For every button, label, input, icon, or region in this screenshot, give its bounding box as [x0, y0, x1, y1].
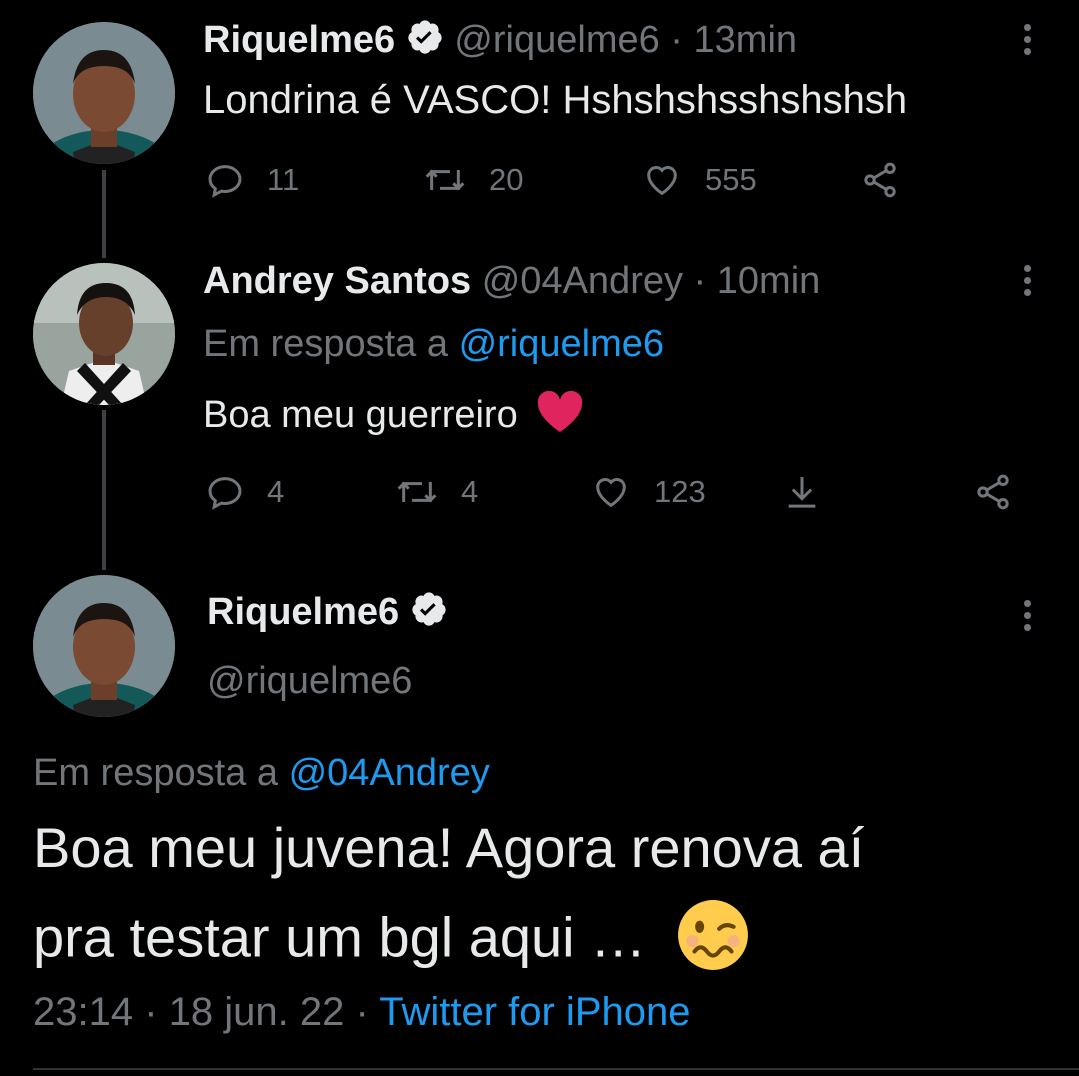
like-button[interactable]: 123: [590, 472, 706, 512]
handle[interactable]: @riquelme6: [207, 660, 412, 703]
share-icon: [864, 162, 896, 198]
separator: ·: [144, 990, 158, 1034]
handle[interactable]: @riquelme6: [454, 19, 659, 61]
reply-prefix: Em resposta a: [33, 752, 278, 794]
like-button[interactable]: 555: [641, 160, 757, 200]
separator: ·: [355, 990, 369, 1034]
more-options-icon[interactable]: [1017, 600, 1037, 640]
retweet-button[interactable]: 4: [395, 472, 478, 512]
share-icon: [977, 474, 1009, 510]
handle[interactable]: @04Andrey: [482, 260, 683, 302]
timestamp[interactable]: 10min: [717, 260, 821, 302]
display-name[interactable]: Riquelme6: [207, 591, 399, 633]
heart-icon: [596, 478, 626, 508]
download-icon: [788, 477, 816, 508]
separator: ·: [670, 19, 683, 62]
avatar-04andrey[interactable]: [33, 263, 175, 405]
tweet-text: Londrina é VASCO! Hshshshsshshshsh: [203, 78, 908, 122]
tweet-text-line-1: Boa meu juvena! Agora renova aí: [33, 816, 865, 879]
reply-count: 11: [267, 162, 300, 197]
share-button[interactable]: [860, 160, 900, 200]
timestamp[interactable]: 13min: [694, 19, 798, 61]
woozy-face-emoji-icon: [676, 898, 750, 985]
post-date: 18 jun. 22: [168, 990, 345, 1034]
display-name[interactable]: Riquelme6: [203, 19, 395, 61]
thread-connector-2: [102, 410, 106, 570]
more-options-icon[interactable]: [1017, 265, 1037, 305]
tweet-text-line-2: pra testar um bgl aqui …: [33, 905, 647, 969]
heart-icon: [647, 166, 677, 196]
retweet-count: 4: [461, 474, 479, 509]
retweet-count: 20: [489, 162, 524, 197]
like-count: 555: [705, 162, 757, 197]
share-button[interactable]: [973, 472, 1013, 512]
display-name[interactable]: Andrey Santos: [203, 260, 471, 302]
retweet-icon: [397, 481, 437, 503]
more-options-icon[interactable]: [1017, 24, 1037, 64]
thread-connector-1: [102, 170, 106, 258]
reply-count: 4: [267, 474, 285, 509]
retweet-button[interactable]: 20: [423, 160, 523, 200]
download-button[interactable]: [782, 472, 822, 512]
reply-to-link[interactable]: @04Andrey: [289, 752, 490, 794]
avatar-riquelme6[interactable]: [33, 22, 175, 164]
reply-icon: [208, 165, 242, 198]
avatar-riquelme6[interactable]: [33, 575, 175, 717]
verified-badge-icon: [410, 590, 448, 638]
reply-icon: [208, 477, 242, 510]
reply-to-link[interactable]: @riquelme6: [459, 323, 664, 365]
like-count: 123: [654, 474, 706, 509]
retweet-icon: [425, 169, 465, 191]
red-heart-emoji-icon: [536, 390, 584, 444]
post-time: 23:14: [33, 990, 134, 1034]
source-link[interactable]: Twitter for iPhone: [379, 990, 690, 1034]
separator: ·: [693, 260, 707, 302]
tweet-text: Boa meu guerreiro: [203, 394, 518, 437]
reply-button[interactable]: 4: [205, 472, 284, 512]
reply-prefix: Em resposta a: [203, 323, 448, 365]
verified-badge-icon: [406, 18, 444, 66]
divider: [33, 1068, 1079, 1070]
reply-button[interactable]: 11: [205, 160, 299, 200]
